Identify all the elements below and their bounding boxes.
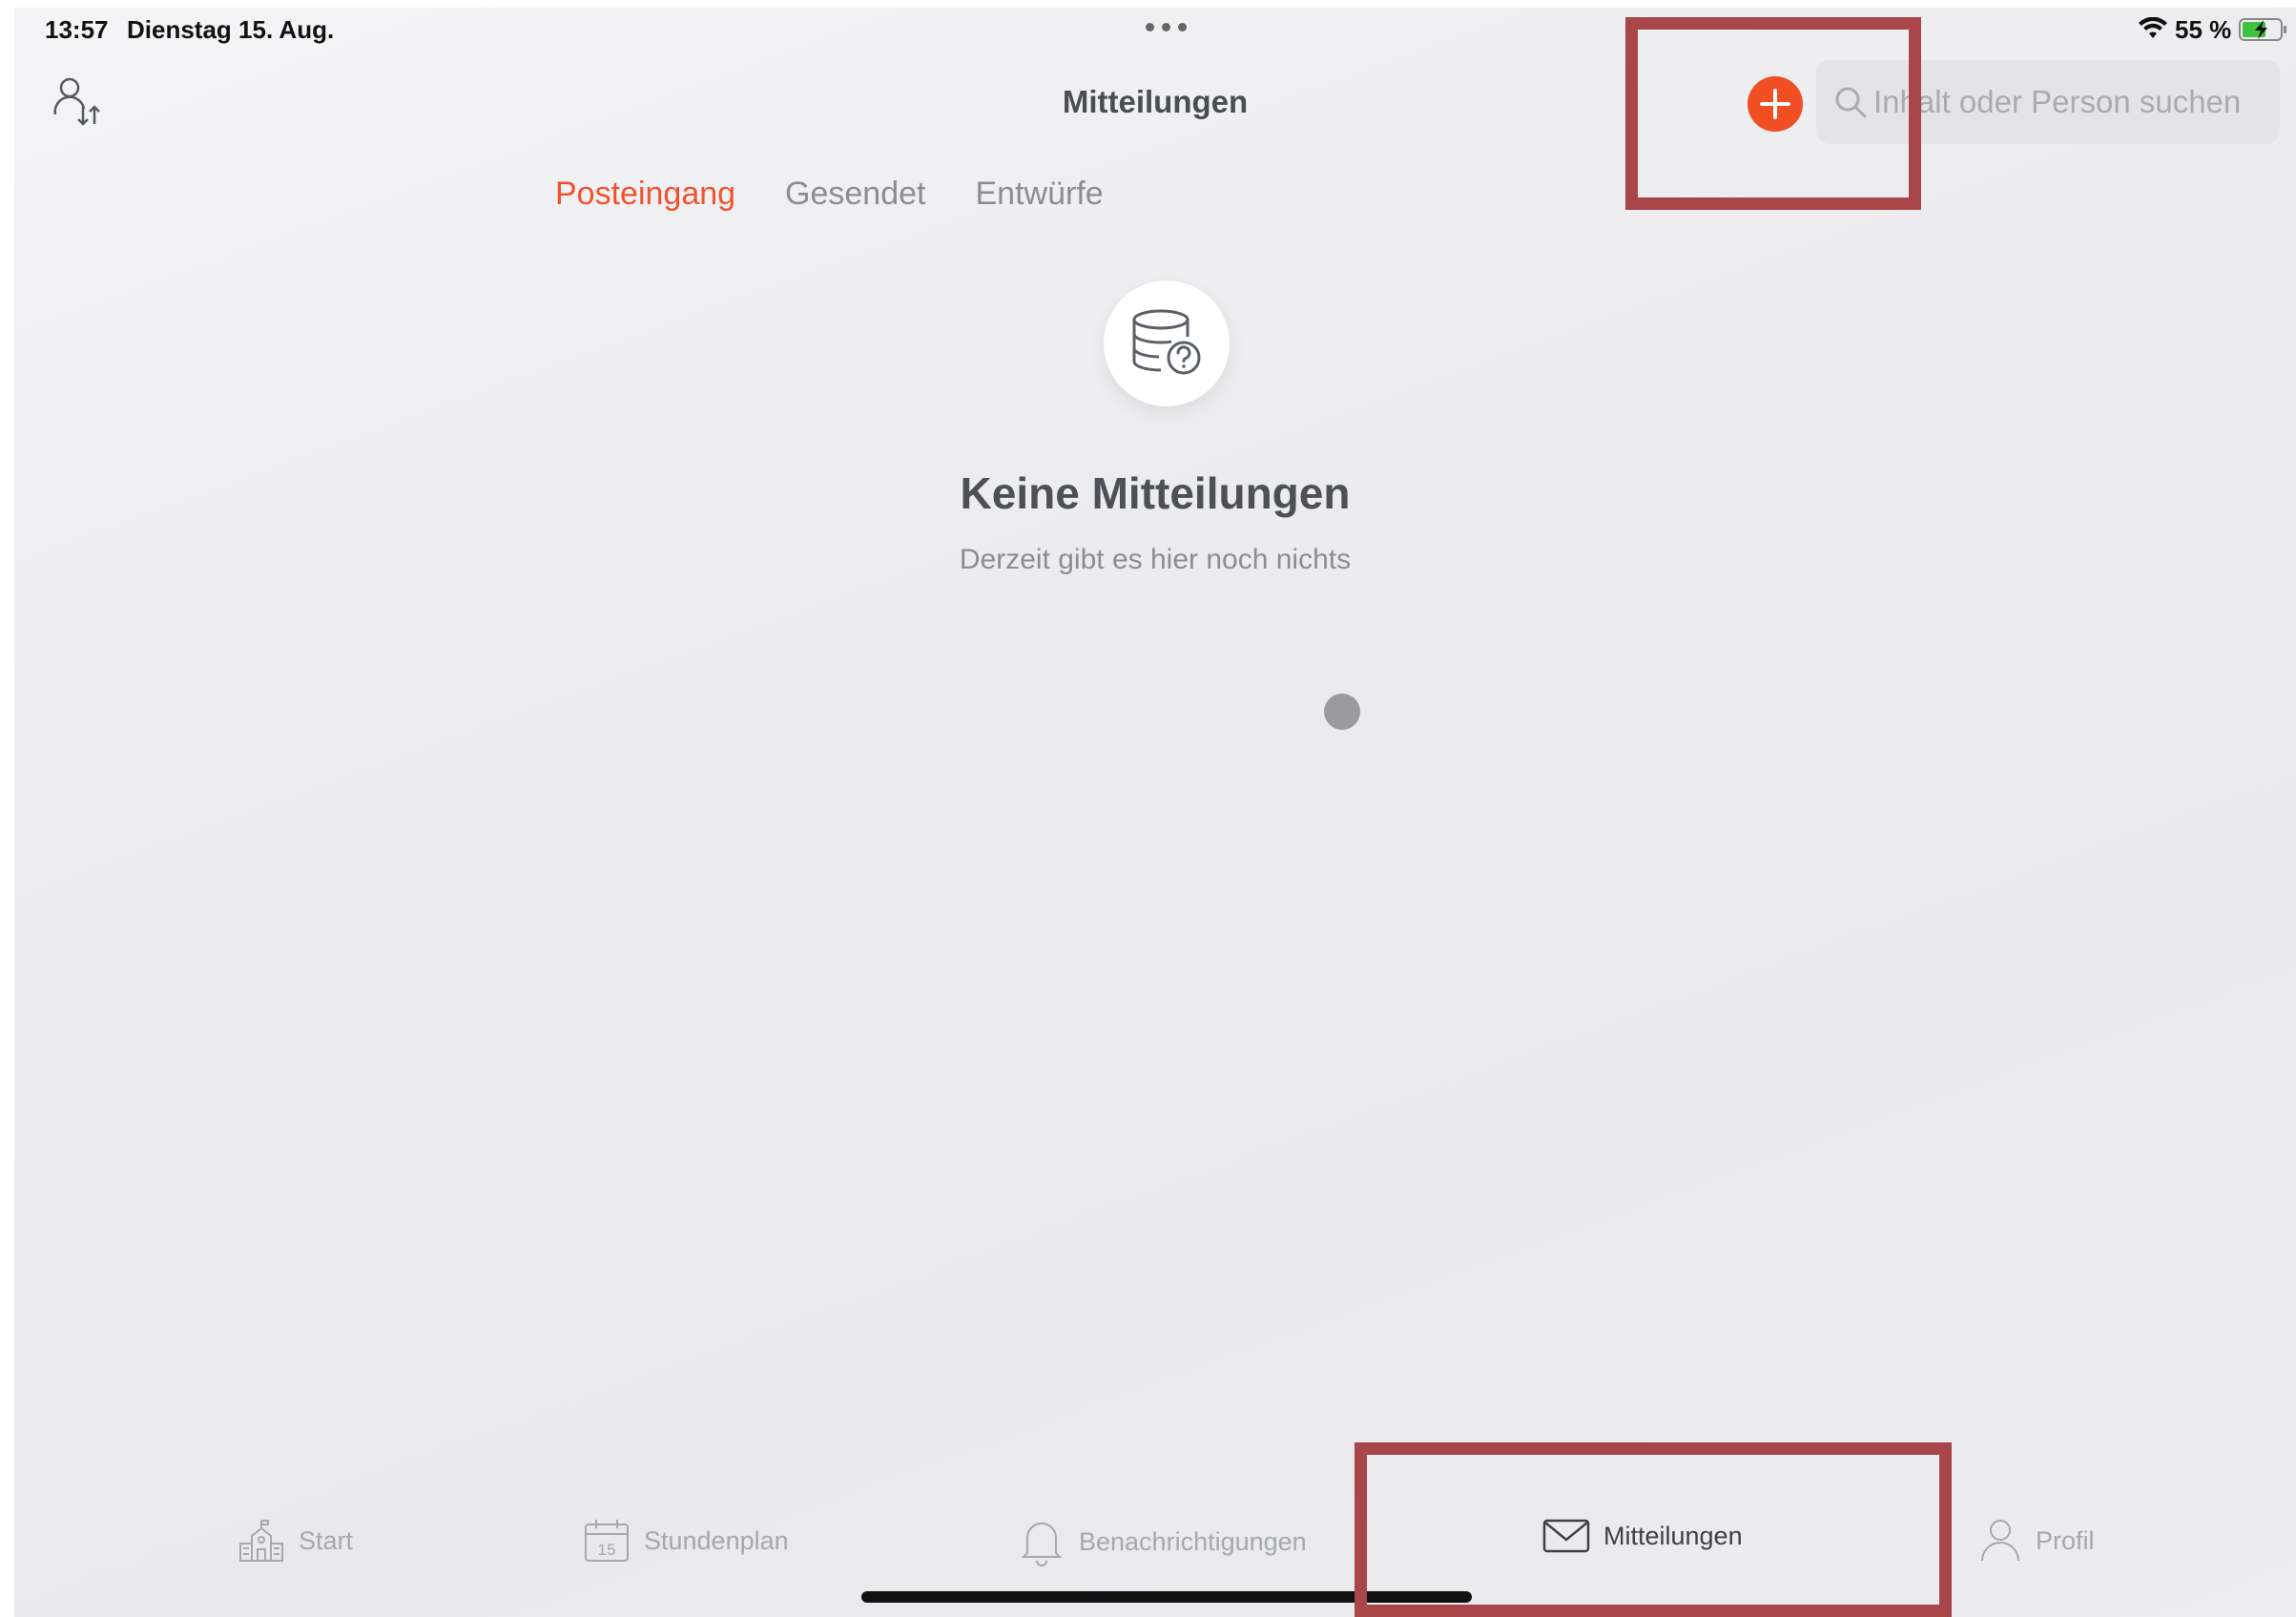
tabbar-label-benachrichtigungen: Benachrichtigungen xyxy=(1079,1526,1307,1556)
tab-drafts[interactable]: Entwürfe xyxy=(976,176,1104,213)
empty-state-subtitle: Derzeit gibt es hier noch nichts xyxy=(959,544,1352,575)
app-screen: 13:57 Dienstag 15. Aug. 55 % Mitteilunge… xyxy=(14,8,2296,1617)
status-bar: 13:57 Dienstag 15. Aug. 55 % xyxy=(14,8,2296,50)
empty-state-title: Keine Mitteilungen xyxy=(960,468,1351,518)
person-icon xyxy=(1981,1520,2019,1562)
tabbar-item-mitteilungen[interactable]: Mitteilungen xyxy=(1542,1517,1743,1555)
new-message-button[interactable] xyxy=(1748,76,1803,132)
battery-charging-icon xyxy=(2239,18,2286,41)
status-date: Dienstag 15. Aug. xyxy=(127,15,335,44)
multitasking-dots-icon[interactable] xyxy=(1146,23,1187,31)
status-time: 13:57 xyxy=(45,15,109,44)
calendar-day-number: 15 xyxy=(598,1541,616,1559)
school-icon xyxy=(239,1520,283,1562)
plus-icon xyxy=(1760,89,1790,119)
search-icon xyxy=(1835,87,1867,118)
tabbar-label-start: Start xyxy=(299,1525,354,1555)
tabbar-item-start[interactable]: Start xyxy=(238,1517,353,1565)
tabbar-label-profil: Profil xyxy=(2036,1525,2095,1555)
battery-percentage: 55 % xyxy=(2175,15,2232,44)
tabbar-label-stundenplan: Stundenplan xyxy=(644,1525,789,1555)
tabbar-item-profil[interactable]: Profil xyxy=(1978,1517,2095,1565)
tab-sent[interactable]: Gesendet xyxy=(785,176,925,213)
home-indicator xyxy=(861,1591,1472,1603)
search-field[interactable] xyxy=(1816,60,2280,144)
mail-icon xyxy=(1542,1519,1590,1553)
tabbar-item-stundenplan[interactable]: 15 Stundenplan xyxy=(583,1517,789,1565)
database-question-icon xyxy=(1132,309,1201,375)
tabbar-label-mitteilungen: Mitteilungen xyxy=(1603,1521,1743,1550)
search-input[interactable] xyxy=(1873,60,2265,144)
wifi-icon xyxy=(2139,17,2167,38)
loading-indicator xyxy=(1324,694,1360,730)
calendar-icon: 15 xyxy=(585,1520,629,1562)
bell-icon xyxy=(1021,1523,1063,1566)
message-tabs: Posteingang Gesendet Entwürfe xyxy=(555,176,1104,213)
empty-state-icon-circle xyxy=(1104,280,1230,406)
tabbar-item-benachrichtigungen[interactable]: Benachrichtigungen xyxy=(1018,1517,1307,1566)
tab-inbox[interactable]: Posteingang xyxy=(555,176,735,213)
